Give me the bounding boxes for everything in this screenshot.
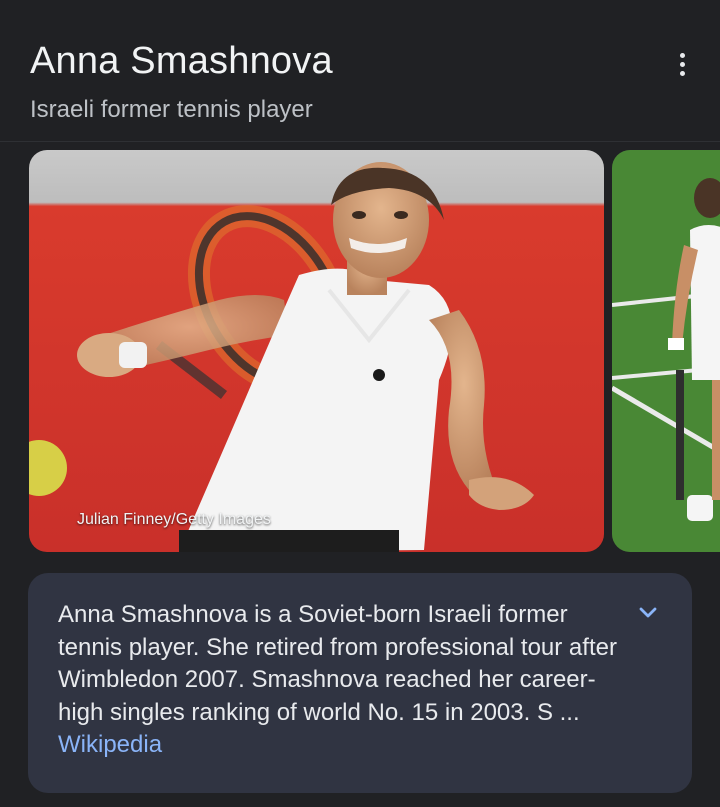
photo-forehand: [29, 150, 604, 552]
entity-title: Anna Smashnova: [30, 40, 333, 82]
more-vert-icon: [679, 52, 685, 58]
expand-description-button[interactable]: [634, 599, 662, 627]
entity-subtitle: Israeli former tennis player: [30, 96, 313, 123]
wikipedia-link[interactable]: Wikipedia: [58, 731, 162, 758]
description-text: Anna Smashnova is a Soviet-born Israeli …: [58, 599, 638, 762]
chevron-down-icon: [639, 607, 657, 618]
header-divider: [0, 141, 720, 142]
knowledge-panel: Anna Smashnova Israeli former tennis pla…: [0, 0, 720, 807]
description-card: Anna Smashnova is a Soviet-born Israeli …: [28, 573, 692, 793]
image-carousel[interactable]: Julian Finney/Getty Images: [0, 150, 720, 552]
description-body: Anna Smashnova is a Soviet-born Israeli …: [58, 601, 617, 726]
more-options-button[interactable]: [664, 46, 700, 82]
panel-header: Anna Smashnova Israeli former tennis pla…: [0, 0, 720, 142]
image-tennis-player-forehand[interactable]: Julian Finney/Getty Images: [29, 150, 604, 552]
image-tennis-player-grass[interactable]: [612, 150, 720, 552]
photo-grass-court: [612, 150, 720, 552]
image-credit: Julian Finney/Getty Images: [77, 511, 271, 528]
